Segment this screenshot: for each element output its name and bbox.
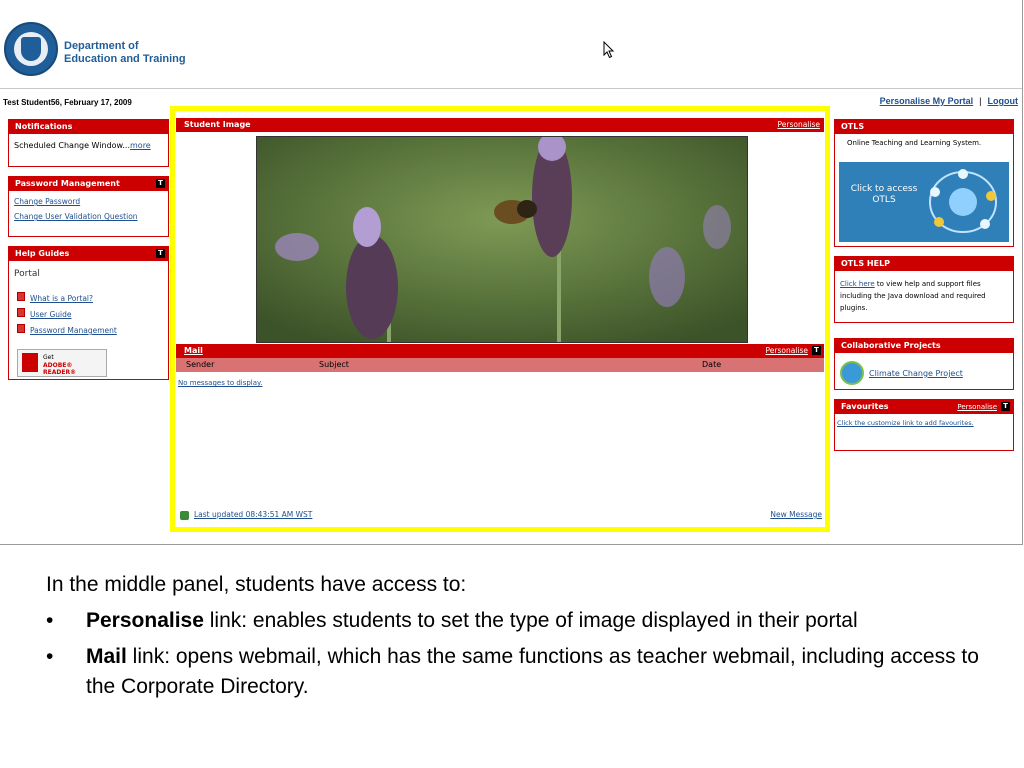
- last-updated-text[interactable]: Last updated 08:43:51 AM WST: [194, 510, 312, 519]
- adobe-reader-label: ADOBE® READER®: [43, 362, 77, 376]
- portal-screenshot: Department of Education and Training Tes…: [0, 0, 1023, 545]
- mail-header: Mail Personalise T: [176, 344, 824, 358]
- climate-change-project-link[interactable]: Climate Change Project: [869, 369, 963, 378]
- notification-text: Scheduled Change Window...: [14, 141, 130, 150]
- department-name-line2: Education and Training: [64, 53, 186, 65]
- top-links: Personalise My Portal | Logout: [880, 96, 1018, 106]
- adobe-get-label: Get: [43, 354, 54, 361]
- student-image-header: Student Image Personalise: [176, 118, 824, 132]
- get-adobe-reader-button[interactable]: Get ADOBE® READER®: [17, 349, 107, 377]
- mail-section: Mail Personalise T Sender Subject Date: [176, 344, 824, 372]
- column-subject[interactable]: Subject: [319, 358, 349, 372]
- otls-network-icon: [929, 169, 997, 233]
- otls-banner-text[interactable]: Click to access OTLS: [849, 184, 919, 206]
- slide-bullet: • Mail link: opens webmail, which has th…: [46, 642, 986, 702]
- otls-help-title: OTLS HELP: [835, 257, 1013, 271]
- help-item-label[interactable]: Password Management: [30, 326, 117, 335]
- slide-bullet: • Personalise link: enables students to …: [46, 606, 986, 636]
- mail-column-headers: Sender Subject Date: [176, 358, 824, 372]
- pdf-icon: [17, 324, 25, 333]
- bullet-description: link: enables students to set the type o…: [203, 609, 858, 632]
- help-section-title: Portal: [14, 269, 40, 279]
- center-panel: Student Image Personalise Mail Personali…: [176, 118, 824, 525]
- collaborative-projects-title: Collaborative Projects: [835, 339, 1013, 353]
- otls-help-text-block: Click here to view help and support file…: [840, 278, 1010, 314]
- otls-help-click-here-link[interactable]: Click here: [840, 280, 875, 288]
- user-greeting: Test Student56, February 17, 2009: [3, 98, 132, 107]
- favourites-customize-text[interactable]: Click the customize link to add favourit…: [837, 419, 974, 427]
- mail-link[interactable]: Mail: [184, 346, 203, 355]
- link-separator: |: [979, 96, 982, 106]
- pin-icon[interactable]: T: [156, 249, 165, 258]
- password-management-header: Password Management T: [9, 177, 168, 191]
- bullet-mark: •: [46, 609, 54, 632]
- password-management-title: Password Management: [15, 179, 120, 188]
- otls-help-panel: OTLS HELP Click here to view help and su…: [834, 256, 1014, 323]
- favourites-personalise-link[interactable]: Personalise: [957, 400, 997, 414]
- government-crest-icon: [4, 22, 58, 76]
- favourites-header: Favourites Personalise T: [835, 400, 1013, 414]
- change-password-link[interactable]: Change Password: [14, 197, 80, 206]
- collaborative-projects-panel: Collaborative Projects Climate Change Pr…: [834, 338, 1014, 390]
- otls-description: Online Teaching and Learning System.: [847, 139, 982, 147]
- image-personalise-link[interactable]: Personalise: [778, 118, 821, 132]
- globe-icon: [840, 361, 864, 385]
- student-image-title: Student Image: [184, 120, 251, 129]
- no-messages-text: No messages to display.: [178, 379, 263, 387]
- otls-title: OTLS: [835, 120, 1013, 134]
- bullet-term: Mail: [86, 645, 127, 668]
- column-sender[interactable]: Sender: [186, 358, 214, 372]
- help-item[interactable]: Password Management: [17, 318, 117, 337]
- logout-link[interactable]: Logout: [988, 96, 1019, 106]
- otls-panel: OTLS Online Teaching and Learning System…: [834, 119, 1014, 247]
- notifications-title: Notifications: [9, 120, 168, 134]
- mouse-pointer-icon: [603, 41, 615, 59]
- student-image-photo: [256, 136, 748, 343]
- pdf-icon: [17, 292, 25, 301]
- mail-personalise-link[interactable]: Personalise: [766, 344, 809, 358]
- favourites-panel: Favourites Personalise T Click the custo…: [834, 399, 1014, 451]
- column-date[interactable]: Date: [702, 358, 721, 372]
- bullet-term: Personalise: [86, 609, 204, 632]
- otls-banner[interactable]: Click to access OTLS: [839, 162, 1009, 242]
- adobe-reader-icon: [22, 353, 38, 372]
- last-updated[interactable]: Last updated 08:43:51 AM WST: [180, 510, 312, 520]
- pin-icon[interactable]: T: [156, 179, 165, 188]
- bullet-mark: •: [46, 645, 54, 668]
- help-guides-header: Help Guides T: [9, 247, 168, 261]
- refresh-icon[interactable]: [180, 510, 189, 520]
- notification-more-link[interactable]: more: [130, 141, 151, 150]
- bullet-description: link: opens webmail, which has the same …: [86, 645, 979, 698]
- help-guides-panel: Help Guides T Portal What is a Portal? U…: [8, 246, 169, 380]
- change-validation-question-link[interactable]: Change User Validation Question: [14, 212, 139, 222]
- help-guides-title: Help Guides: [15, 249, 70, 258]
- notifications-panel: Notifications Scheduled Change Window...…: [8, 119, 169, 167]
- pin-icon[interactable]: T: [812, 346, 821, 355]
- slide-text: In the middle panel, students have acces…: [46, 570, 986, 702]
- new-message-link[interactable]: New Message: [770, 510, 822, 519]
- pdf-icon: [17, 308, 25, 317]
- portal-header: Department of Education and Training: [0, 0, 1022, 89]
- personalise-portal-link[interactable]: Personalise My Portal: [880, 96, 974, 106]
- password-management-panel: Password Management T Change Password Ch…: [8, 176, 169, 237]
- slide-intro: In the middle panel, students have acces…: [46, 573, 467, 596]
- department-name-line1: Department of: [64, 40, 139, 52]
- pin-icon[interactable]: T: [1001, 402, 1010, 411]
- favourites-title: Favourites: [841, 402, 889, 411]
